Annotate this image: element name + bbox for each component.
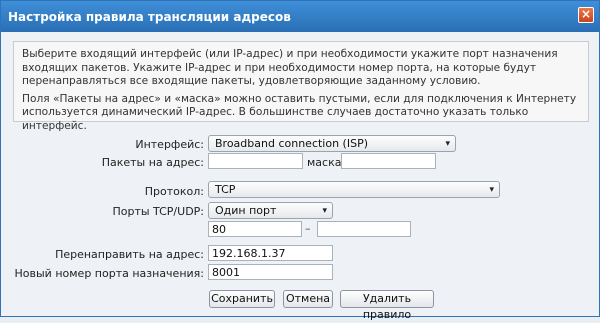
delete-rule-button[interactable]: Удалить правило xyxy=(340,290,434,321)
dialog-title: Настройка правила трансляции адресов xyxy=(8,9,291,24)
redirect-to-input[interactable] xyxy=(208,245,333,261)
protocol-select[interactable]: TCP ▾ xyxy=(208,181,500,198)
nat-rule-dialog: Настройка правила трансляции адресов × В… xyxy=(0,0,600,321)
redirect-to-label: Перенаправить на адрес: xyxy=(55,248,204,261)
packets-to-label: Пакеты на адрес: xyxy=(101,156,204,169)
port-to-input[interactable] xyxy=(317,221,411,237)
dialog-titlebar: Настройка правила трансляции адресов × xyxy=(1,1,599,32)
dest-port-input[interactable] xyxy=(208,264,333,280)
info-paragraph-1: Выберите входящий интерфейс (или IP-адре… xyxy=(22,48,558,87)
ports-label: Порты TCP/UDP: xyxy=(112,205,204,218)
close-icon[interactable]: × xyxy=(578,7,594,23)
port-range-dash: – xyxy=(305,222,311,235)
ports-mode-select-value: Один порт xyxy=(215,204,277,217)
interface-label: Интерфейс: xyxy=(135,138,204,151)
mask-input[interactable] xyxy=(341,153,436,169)
chevron-down-icon: ▾ xyxy=(445,139,450,149)
interface-select[interactable]: Broadband connection (ISP) ▾ xyxy=(208,135,456,152)
save-button[interactable]: Сохранить xyxy=(209,290,275,308)
cancel-button[interactable]: Отмена xyxy=(283,290,333,308)
info-panel: Выберите входящий интерфейс (или IP-адре… xyxy=(13,41,589,132)
info-paragraph-2: Поля «Пакеты на адрес» и «маска» можно о… xyxy=(22,92,577,132)
chevron-down-icon: ▾ xyxy=(489,185,494,195)
chevron-down-icon: ▾ xyxy=(322,206,327,216)
packets-to-input[interactable] xyxy=(208,153,303,169)
port-from-input[interactable] xyxy=(208,221,302,237)
dest-port-label: Новый номер порта назначения: xyxy=(14,267,204,280)
mask-label: маска: xyxy=(307,156,346,169)
protocol-label: Протокол: xyxy=(144,185,204,198)
ports-mode-select[interactable]: Один порт ▾ xyxy=(208,202,333,219)
protocol-select-value: TCP xyxy=(215,183,236,196)
interface-select-value: Broadband connection (ISP) xyxy=(215,137,369,150)
